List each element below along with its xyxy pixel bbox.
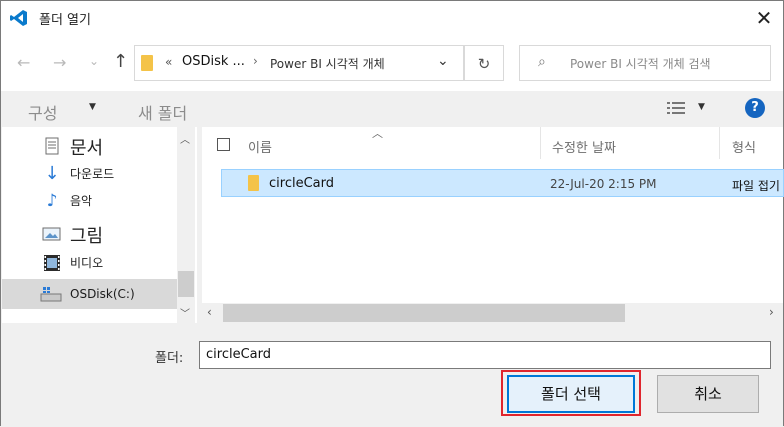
sidebar-item-osdisk[interactable]: OSDisk(C:): [2, 279, 177, 309]
folder-label: 폴더:: [155, 351, 184, 366]
sidebar-item-videos[interactable]: 비디오: [42, 252, 192, 276]
picture-icon: [42, 225, 62, 243]
drive-icon: [40, 286, 62, 302]
column-header-modified[interactable]: 수정한 날짜: [552, 137, 616, 156]
view-dropdown-icon[interactable]: ▼: [698, 102, 705, 112]
file-name: circleCard: [269, 176, 334, 191]
breadcrumb-osdisk[interactable]: OSDisk ...: [182, 54, 245, 69]
column-divider[interactable]: [719, 127, 720, 159]
vscode-logo-icon: [9, 8, 29, 28]
address-overflow-icon[interactable]: «: [165, 55, 172, 69]
command-bar: 구성 ▼ 새 폴더 ▼: [1, 91, 783, 127]
new-folder-button[interactable]: 새 폴더: [138, 100, 187, 124]
folder-open-dialog: 폴더 열기 ✕ ← → ⌄ ↑ « OSDisk ... › Power BI …: [0, 0, 784, 427]
sidebar-item-label: OSDisk(C:): [70, 287, 135, 301]
download-icon: ↓: [44, 163, 60, 184]
scroll-down-icon[interactable]: ﹀: [180, 305, 190, 320]
navigation-pane: 문서 ↓ 다운로드 ♪ 음악 그림 비디오 OSDisk(C:): [2, 127, 197, 323]
view-options-icon[interactable]: [667, 101, 685, 115]
folder-icon: [141, 55, 153, 71]
scroll-up-icon[interactable]: ︿: [180, 131, 190, 146]
address-dropdown-icon[interactable]: ⌄: [437, 53, 449, 69]
search-placeholder: Power BI 시각적 개체 검색: [570, 57, 711, 71]
sidebar-item-label: 비디오: [70, 256, 104, 270]
column-header-type[interactable]: 형식: [732, 137, 756, 156]
address-bar[interactable]: « OSDisk ... › Power BI 시각적 개체 ⌄: [134, 45, 464, 81]
scroll-left-icon[interactable]: ‹: [207, 305, 212, 319]
sidebar-item-label: 그림: [70, 226, 104, 247]
sidebar-item-documents[interactable]: 문서: [42, 135, 192, 159]
cancel-button[interactable]: 취소: [657, 375, 759, 413]
recent-dropdown-icon[interactable]: ⌄: [89, 54, 99, 68]
sidebar-item-label: 문서: [70, 138, 104, 159]
organize-button[interactable]: 구성: [28, 100, 57, 124]
video-icon: [42, 254, 62, 272]
sidebar-item-label: 음악: [70, 194, 93, 208]
folder-icon: [248, 175, 259, 191]
forward-arrow-icon[interactable]: →: [53, 53, 66, 72]
sidebar-item-music[interactable]: ♪ 음악: [42, 190, 192, 214]
select-folder-button[interactable]: 폴더 선택: [507, 375, 635, 413]
sort-ascending-icon: ︿: [372, 127, 383, 140]
scrollbar-thumb[interactable]: [178, 271, 194, 297]
breadcrumb-separator-icon[interactable]: ›: [253, 54, 258, 68]
column-divider[interactable]: [540, 127, 541, 159]
search-icon: ⌕: [538, 54, 546, 70]
file-modified: 22-Jul-20 2:15 PM: [550, 177, 657, 191]
folder-name-input[interactable]: circleCard: [199, 341, 771, 369]
select-all-checkbox[interactable]: [217, 138, 230, 151]
horizontal-scrollbar[interactable]: ‹ ›: [202, 303, 783, 323]
sidebar-item-downloads[interactable]: ↓ 다운로드: [42, 163, 192, 187]
vertical-scrollbar[interactable]: ︿ ﹀: [177, 127, 195, 323]
sidebar-item-label: 다운로드: [70, 167, 115, 181]
back-arrow-icon[interactable]: ←: [17, 53, 30, 72]
sidebar-item-pictures[interactable]: 그림: [42, 223, 192, 247]
dialog-title: 폴더 열기: [39, 13, 91, 28]
document-icon: [42, 137, 62, 155]
column-header-name[interactable]: 이름: [248, 137, 272, 156]
breadcrumb-powerbi[interactable]: Power BI 시각적 개체: [270, 55, 385, 72]
table-row[interactable]: circleCard 22-Jul-20 2:15 PM 파일 접기: [221, 169, 784, 197]
scrollbar-thumb[interactable]: [223, 304, 625, 322]
music-icon: ♪: [46, 191, 58, 211]
search-box[interactable]: ⌕ Power BI 시각적 개체 검색: [519, 45, 771, 81]
help-icon[interactable]: ?: [745, 98, 765, 118]
file-list-pane: ︿ 이름 수정한 날짜 형식: [202, 127, 783, 323]
organize-dropdown-icon[interactable]: ▼: [89, 102, 96, 112]
title-bar: 폴더 열기 ✕: [1, 1, 783, 35]
close-icon[interactable]: ✕: [751, 5, 777, 31]
file-type: 파일 접기: [732, 179, 780, 193]
scroll-right-icon[interactable]: ›: [769, 305, 774, 319]
up-arrow-icon[interactable]: ↑: [113, 51, 128, 72]
refresh-icon[interactable]: ↻: [464, 45, 504, 81]
